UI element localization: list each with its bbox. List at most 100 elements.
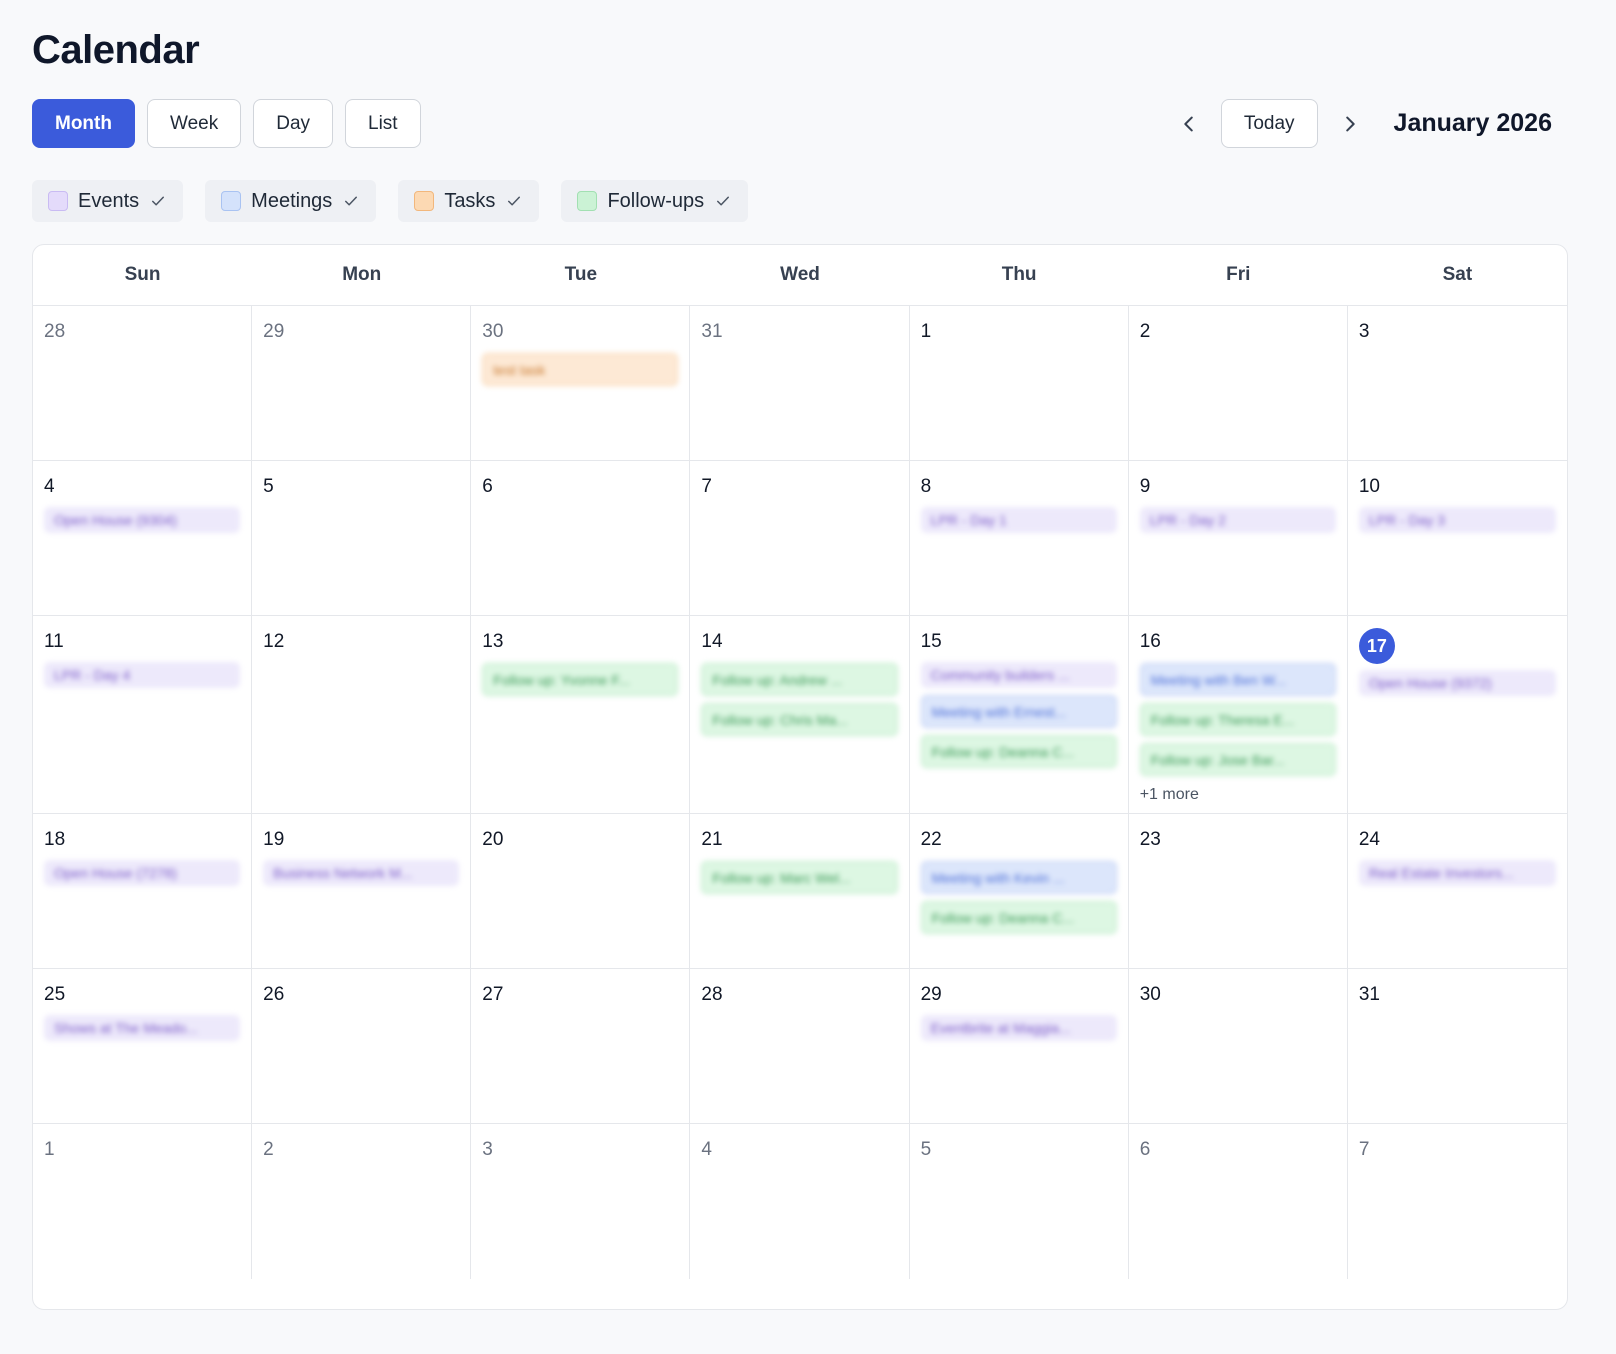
followup-chip[interactable]: Follow up: Chris Ma... bbox=[701, 703, 898, 736]
day-number: 26 bbox=[263, 984, 285, 1005]
day-cell[interactable]: 28 bbox=[33, 306, 253, 460]
day-cell[interactable]: 7 bbox=[690, 461, 910, 615]
followup-chip[interactable]: Follow up: Deanna C... bbox=[920, 735, 1117, 768]
chevron-right-icon[interactable] bbox=[1330, 104, 1370, 144]
day-cell[interactable]: 31 bbox=[1348, 969, 1567, 1123]
weekday-header: Tue bbox=[564, 264, 598, 285]
day-cell[interactable]: 10 LPR - Day 3 bbox=[1348, 461, 1567, 615]
event-chip[interactable]: Open House (9304) bbox=[44, 507, 241, 533]
event-chip[interactable]: Eventbrite at Maggia... bbox=[920, 1015, 1117, 1041]
day-cell[interactable]: 22 Meeting with Kevin ... Follow up: Deann… bbox=[910, 814, 1129, 968]
day-cell[interactable]: 11 LPR - Day 4 bbox=[33, 616, 253, 813]
followup-chip[interactable]: Follow up: Deanna C... bbox=[920, 901, 1117, 934]
event-chip[interactable]: Business Network M... bbox=[263, 860, 460, 886]
followup-chip[interactable]: Follow up: Jose Bar... bbox=[1139, 743, 1336, 776]
day-cell[interactable]: 12 bbox=[252, 616, 472, 813]
more-events-link[interactable]: +1 more bbox=[1140, 786, 1336, 804]
event-chip[interactable]: LPR - Day 3 bbox=[1358, 507, 1556, 533]
followup-chip[interactable]: Follow up: Yvonne F... bbox=[482, 663, 679, 696]
day-cell[interactable]: 15 Community builders ... Meeting with Ern… bbox=[910, 616, 1129, 813]
followup-chip[interactable]: Follow up: Andrew ... bbox=[701, 663, 898, 696]
day-cell[interactable]: 28 bbox=[690, 969, 910, 1123]
event-chip[interactable]: Shows at The Meado... bbox=[44, 1015, 241, 1041]
filter-events[interactable]: Events bbox=[32, 180, 184, 222]
filter-label: Tasks bbox=[444, 189, 496, 212]
filter-label: Meetings bbox=[251, 189, 333, 212]
day-number: 29 bbox=[263, 321, 285, 342]
filter-meetings[interactable]: Meetings bbox=[205, 180, 377, 222]
today-day-number[interactable]: 17 bbox=[1358, 628, 1395, 664]
day-cell[interactable]: 3 bbox=[1348, 306, 1567, 460]
event-chip[interactable]: Community builders ... bbox=[920, 662, 1117, 688]
week-view-button[interactable]: Week bbox=[146, 99, 242, 148]
day-cell[interactable]: 2 bbox=[1129, 306, 1348, 460]
day-cell[interactable]: 4 bbox=[690, 1124, 910, 1279]
event-chip[interactable]: LPR - Day 1 bbox=[920, 507, 1117, 533]
month-view-button[interactable]: Month bbox=[32, 99, 135, 148]
day-cell[interactable]: 25 Shows at The Meado... bbox=[33, 969, 253, 1123]
followup-chip[interactable]: Follow up: Marc Wel... bbox=[701, 861, 898, 894]
day-cell[interactable]: 30 test task bbox=[471, 306, 691, 460]
day-cell[interactable]: 31 bbox=[690, 306, 910, 460]
day-cell[interactable]: 7 bbox=[1348, 1124, 1567, 1279]
day-cell[interactable]: 5 bbox=[252, 461, 472, 615]
day-cell[interactable]: 17 Open House (9372) bbox=[1348, 616, 1567, 813]
day-cell[interactable]: 18 Open House (7278) bbox=[33, 814, 253, 968]
day-number: 9 bbox=[1139, 476, 1151, 497]
event-chip[interactable]: LPR - Day 2 bbox=[1139, 507, 1336, 533]
day-cell[interactable]: 5 bbox=[910, 1124, 1129, 1279]
event-chip[interactable]: Real Estate Investors... bbox=[1358, 860, 1556, 886]
day-number: 30 bbox=[482, 321, 504, 342]
view-switcher: Month Week Day List bbox=[32, 99, 421, 148]
day-cell[interactable]: 19 Business Network M... bbox=[252, 814, 472, 968]
day-cell[interactable]: 8 LPR - Day 1 bbox=[910, 461, 1129, 615]
meeting-chip[interactable]: Meeting with Ernest... bbox=[920, 695, 1117, 728]
day-cell[interactable]: 26 bbox=[252, 969, 472, 1123]
day-cell[interactable]: 24 Real Estate Investors... bbox=[1348, 814, 1567, 968]
filter-follow-ups[interactable]: Follow-ups bbox=[561, 180, 749, 222]
day-number: 23 bbox=[1139, 829, 1161, 850]
task-chip[interactable]: test task bbox=[482, 353, 679, 386]
today-button[interactable]: Today bbox=[1220, 99, 1318, 148]
day-number: 5 bbox=[920, 1139, 932, 1160]
list-view-button[interactable]: List bbox=[345, 99, 421, 148]
day-cell[interactable]: 21 Follow up: Marc Wel... bbox=[690, 814, 910, 968]
day-cell[interactable]: 6 bbox=[1129, 1124, 1348, 1279]
day-cell[interactable]: 23 bbox=[1129, 814, 1348, 968]
day-cell[interactable]: 2 bbox=[252, 1124, 472, 1279]
day-number: 25 bbox=[44, 984, 66, 1005]
day-cell[interactable]: 29 Eventbrite at Maggia... bbox=[910, 969, 1129, 1123]
weekday-header: Sun bbox=[124, 264, 161, 285]
day-cell[interactable]: 20 bbox=[471, 814, 691, 968]
day-cell[interactable]: 14 Follow up: Andrew ... Follow up: Chris … bbox=[690, 616, 910, 813]
day-cell[interactable]: 13 Follow up: Yvonne F... bbox=[471, 616, 691, 813]
day-number: 16 bbox=[1139, 631, 1161, 652]
check-icon bbox=[508, 196, 521, 206]
day-cell[interactable]: 16 Meeting with Ben W... Follow up: Theres… bbox=[1129, 616, 1348, 813]
day-number: 7 bbox=[1358, 1139, 1370, 1160]
day-cell[interactable]: 9 LPR - Day 2 bbox=[1129, 461, 1348, 615]
month-grid: Sun Mon Tue Wed Thu Fri Sat 28 29 30 test task 31 1… bbox=[32, 244, 1568, 1310]
weekday-header: Wed bbox=[780, 264, 820, 285]
event-chip[interactable]: Open House (7278) bbox=[44, 860, 241, 886]
event-chip[interactable]: Open House (9372) bbox=[1358, 670, 1556, 696]
day-cell[interactable]: 6 bbox=[471, 461, 691, 615]
meeting-chip[interactable]: Meeting with Kevin ... bbox=[920, 861, 1117, 894]
day-number: 20 bbox=[482, 829, 504, 850]
day-cell[interactable]: 29 bbox=[252, 306, 472, 460]
day-cell[interactable]: 27 bbox=[471, 969, 691, 1123]
event-chip[interactable]: LPR - Day 4 bbox=[44, 662, 241, 688]
meeting-chip[interactable]: Meeting with Ben W... bbox=[1139, 663, 1336, 696]
filter-tasks[interactable]: Tasks bbox=[398, 180, 540, 222]
day-cell[interactable]: 1 bbox=[33, 1124, 253, 1279]
day-cell[interactable]: 3 bbox=[471, 1124, 691, 1279]
followup-chip[interactable]: Follow up: Theresa E... bbox=[1139, 703, 1336, 736]
day-number: 29 bbox=[920, 984, 942, 1005]
day-cell[interactable]: 4 Open House (9304) bbox=[33, 461, 253, 615]
day-view-button[interactable]: Day bbox=[253, 99, 334, 148]
color-swatch bbox=[414, 191, 435, 211]
day-cell[interactable]: 30 bbox=[1129, 969, 1348, 1123]
day-cell[interactable]: 1 bbox=[910, 306, 1129, 460]
chevron-left-icon[interactable] bbox=[1169, 104, 1209, 144]
week-row: 1 2 3 4 5 6 7 bbox=[33, 1124, 1567, 1279]
